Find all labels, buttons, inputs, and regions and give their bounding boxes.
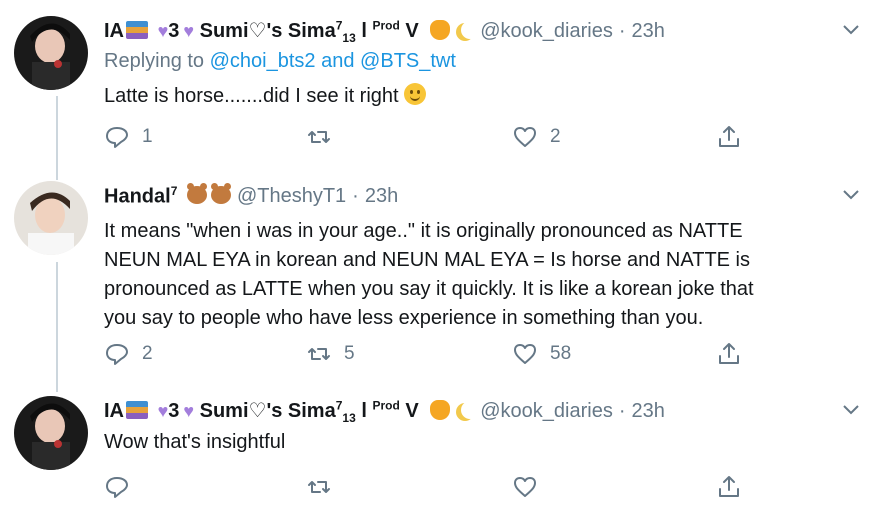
- bear-icon: [210, 183, 231, 205]
- honey-pot-icon: [430, 399, 451, 420]
- timestamp[interactable]: 23h: [632, 20, 665, 43]
- tweet-header: Handal7 @TheshyT1 · 23h: [104, 181, 860, 211]
- chevron-down-icon[interactable]: [842, 20, 860, 41]
- tweet-text: Latte is horse.......did I see it right: [104, 82, 860, 111]
- like-count: 58: [550, 343, 572, 364]
- bear-icon: [186, 183, 207, 205]
- reply-icon: [106, 344, 128, 365]
- replying-to: Replying to @choi_bts2 and @BTS_twt: [104, 50, 456, 72]
- reply-button[interactable]: [104, 474, 142, 500]
- heart-icon: [514, 344, 536, 364]
- retweet-icon: [308, 481, 330, 493]
- share-icon: [719, 343, 739, 364]
- mention-link[interactable]: @choi_bts2: [210, 50, 316, 72]
- display-name[interactable]: IA ♥3 ♥ Sumi♡'s Sima713 l Prod V: [104, 18, 474, 45]
- tweet[interactable]: IA ♥3 ♥ Sumi♡'s Sima713 l Prod V @kook_di…: [0, 390, 890, 510]
- tweet-text: Wow that's insightful: [104, 431, 286, 453]
- separator-dot: ·: [618, 399, 626, 422]
- purple-heart-icon: ♥: [183, 400, 195, 421]
- smiley-icon: [404, 83, 427, 105]
- retweet-count: 5: [344, 343, 355, 364]
- like-button[interactable]: 2: [512, 124, 561, 150]
- purple-heart-icon: ♥: [157, 400, 169, 421]
- books-icon: [126, 20, 148, 39]
- honey-pot-icon: [430, 19, 451, 40]
- retweet-button[interactable]: 5: [306, 341, 355, 367]
- chevron-down-icon[interactable]: [842, 400, 860, 421]
- tweet[interactable]: Handal7 @TheshyT1 · 23h It means "when i…: [0, 175, 890, 390]
- display-name[interactable]: Handal7: [104, 183, 231, 209]
- user-handle[interactable]: @kook_diaries: [480, 20, 613, 43]
- purple-heart-icon: ♥: [157, 20, 169, 41]
- tweet-header: IA ♥3 ♥ Sumi♡'s Sima713 l Prod V @kook_di…: [104, 396, 860, 426]
- separator-dot: ·: [352, 184, 359, 207]
- reply-count: 1: [142, 126, 153, 147]
- tweet-header: IA ♥3 ♥ Sumi♡'s Sima713 l Prod V @kook_di…: [104, 16, 860, 46]
- share-button[interactable]: [716, 341, 742, 367]
- retweet-button[interactable]: [306, 474, 344, 500]
- timestamp[interactable]: 23h: [365, 185, 398, 208]
- reply-icon: [106, 477, 128, 498]
- reply-icon: [106, 127, 128, 148]
- tweet-text-line: pronounced as LATTE when you say it quic…: [104, 278, 754, 300]
- crescent-moon-icon: [461, 21, 479, 39]
- separator-dot: ·: [618, 19, 626, 42]
- tweet-text-line: NEUN MAL EYA in korean and NEUN MAL EYA …: [104, 249, 750, 271]
- tweet[interactable]: IA ♥3 ♥ Sumi♡'s Sima713 l Prod V @kook_di…: [0, 0, 890, 175]
- reply-button[interactable]: 1: [104, 124, 153, 150]
- tweet-text-line: It means "when i was in your age.." it i…: [104, 220, 743, 242]
- avatar[interactable]: [14, 181, 88, 255]
- mention-link[interactable]: @BTS_twt: [360, 50, 456, 72]
- share-button[interactable]: [716, 474, 742, 500]
- books-icon: [126, 400, 148, 419]
- timestamp[interactable]: 23h: [632, 400, 665, 423]
- chevron-down-icon[interactable]: [842, 185, 860, 206]
- crescent-moon-icon: [461, 401, 479, 419]
- reply-count: 2: [142, 343, 153, 364]
- share-icon: [719, 476, 739, 497]
- avatar[interactable]: [14, 16, 88, 90]
- heart-icon: [514, 127, 536, 147]
- reply-button[interactable]: 2: [104, 341, 153, 367]
- like-button[interactable]: [512, 474, 550, 500]
- like-count: 2: [550, 126, 561, 147]
- retweet-icon: [308, 348, 330, 360]
- user-handle[interactable]: @kook_diaries: [480, 400, 613, 423]
- share-button[interactable]: [716, 124, 742, 150]
- tweet-text-line: you say to people who have less experien…: [104, 307, 704, 329]
- like-button[interactable]: 58: [512, 341, 571, 367]
- tweet-text: It means "when i was in your age.." it i…: [104, 217, 860, 333]
- user-handle[interactable]: @TheshyT1: [237, 185, 346, 208]
- purple-heart-icon: ♥: [183, 20, 195, 41]
- display-name[interactable]: IA ♥3 ♥ Sumi♡'s Sima713 l Prod V: [104, 398, 474, 425]
- avatar[interactable]: [14, 396, 88, 470]
- heart-icon: [514, 477, 536, 497]
- share-icon: [719, 126, 739, 147]
- retweet-button[interactable]: [306, 124, 344, 150]
- retweet-icon: [308, 131, 330, 143]
